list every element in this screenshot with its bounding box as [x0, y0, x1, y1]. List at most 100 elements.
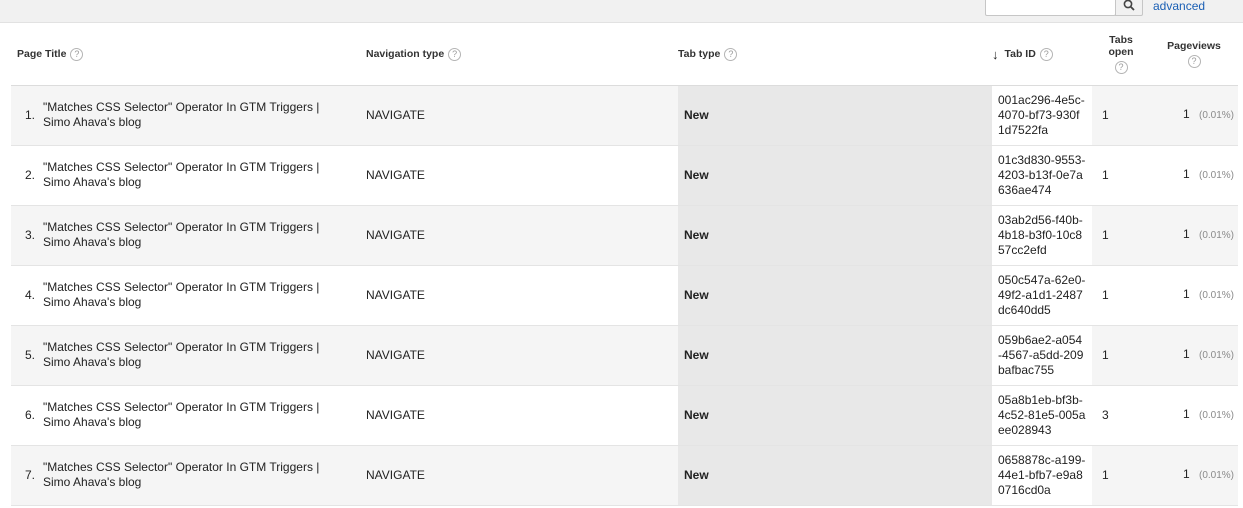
pageviews-percent: (0.01%)	[1198, 110, 1234, 121]
table-header-row: Page Title? Navigation type? Tab type? ↓…	[11, 24, 1238, 86]
pageviews-value: 1	[1182, 167, 1190, 181]
pageviews-value: 1	[1182, 347, 1190, 361]
col-header-tabs-open[interactable]: Tabs open ?	[1092, 24, 1150, 86]
col-header-tabs-open-label: Tabs open	[1108, 34, 1134, 59]
cell-navigation-type[interactable]: NAVIGATE	[360, 205, 678, 266]
cell-tab-type[interactable]: New	[678, 385, 992, 446]
cell-page-title[interactable]: 6. "Matches CSS Selector" Operator In GT…	[11, 385, 360, 446]
sort-descending-icon[interactable]: ↓	[992, 47, 999, 62]
row-index: 3.	[24, 228, 35, 242]
cell-pageviews: 1 (0.01%)	[1150, 445, 1238, 506]
col-header-tab-id[interactable]: ↓ Tab ID?	[992, 24, 1092, 86]
cell-page-title[interactable]: 7. "Matches CSS Selector" Operator In GT…	[11, 445, 360, 506]
page-title-link[interactable]: "Matches CSS Selector" Operator In GTM T…	[43, 100, 343, 130]
cell-tabs-open: 1	[1092, 205, 1150, 266]
table-row[interactable]: 5. "Matches CSS Selector" Operator In GT…	[11, 325, 1238, 386]
toolbar: advanced	[0, 0, 1243, 23]
page-title-link[interactable]: "Matches CSS Selector" Operator In GTM T…	[43, 220, 343, 250]
cell-tab-type[interactable]: New	[678, 325, 992, 386]
cell-navigation-type[interactable]: NAVIGATE	[360, 265, 678, 326]
pageviews-percent: (0.01%)	[1198, 230, 1234, 241]
cell-page-title[interactable]: 4. "Matches CSS Selector" Operator In GT…	[11, 265, 360, 326]
search-button[interactable]	[1115, 0, 1143, 16]
col-header-navigation-type-label: Navigation type	[366, 48, 445, 61]
cell-pageviews: 1 (0.01%)	[1150, 325, 1238, 386]
report-table: Page Title? Navigation type? Tab type? ↓…	[11, 24, 1238, 506]
table-row[interactable]: 4. "Matches CSS Selector" Operator In GT…	[11, 265, 1238, 326]
col-header-tab-type-label: Tab type	[678, 48, 721, 61]
cell-tab-type[interactable]: New	[678, 265, 992, 326]
cell-tabs-open: 1	[1092, 445, 1150, 506]
cell-tabs-open: 1	[1092, 85, 1150, 146]
cell-navigation-type[interactable]: NAVIGATE	[360, 85, 678, 146]
col-header-navigation-type[interactable]: Navigation type?	[360, 24, 678, 86]
pageviews-percent: (0.01%)	[1198, 470, 1234, 481]
cell-tab-id[interactable]: 03ab2d56-f40b-4b18-b3f0-10c857cc2efd	[992, 205, 1092, 266]
page-title-link[interactable]: "Matches CSS Selector" Operator In GTM T…	[43, 460, 343, 490]
cell-page-title[interactable]: 2. "Matches CSS Selector" Operator In GT…	[11, 145, 360, 206]
cell-tabs-open: 1	[1092, 145, 1150, 206]
search-icon	[1123, 0, 1135, 11]
cell-tab-id[interactable]: 050c547a-62e0-49f2-a1d1-2487dc640dd5	[992, 265, 1092, 326]
pageviews-percent: (0.01%)	[1198, 290, 1234, 301]
cell-tab-id[interactable]: 05a8b1eb-bf3b-4c52-81e5-005aee028943	[992, 385, 1092, 446]
row-index: 1.	[24, 108, 35, 122]
help-icon[interactable]: ?	[724, 47, 738, 61]
cell-tab-id[interactable]: 059b6ae2-a054-4567-a5dd-209bafbac755	[992, 325, 1092, 386]
help-icon[interactable]: ?	[1114, 61, 1128, 75]
cell-pageviews: 1 (0.01%)	[1150, 265, 1238, 326]
cell-navigation-type[interactable]: NAVIGATE	[360, 385, 678, 446]
row-index: 2.	[24, 168, 35, 182]
cell-pageviews: 1 (0.01%)	[1150, 205, 1238, 266]
col-header-page-title[interactable]: Page Title?	[11, 24, 360, 86]
cell-navigation-type[interactable]: NAVIGATE	[360, 145, 678, 206]
pageviews-percent: (0.01%)	[1198, 410, 1234, 421]
cell-tab-type[interactable]: New	[678, 85, 992, 146]
table-row[interactable]: 3. "Matches CSS Selector" Operator In GT…	[11, 205, 1238, 266]
pageviews-value: 1	[1182, 107, 1190, 121]
table-row[interactable]: 7. "Matches CSS Selector" Operator In GT…	[11, 445, 1238, 506]
help-icon[interactable]: ?	[70, 47, 84, 61]
page-title-link[interactable]: "Matches CSS Selector" Operator In GTM T…	[43, 280, 343, 310]
page-title-link[interactable]: "Matches CSS Selector" Operator In GTM T…	[43, 160, 343, 190]
search-input[interactable]	[985, 0, 1116, 16]
help-icon[interactable]: ?	[1187, 55, 1201, 69]
cell-tab-id[interactable]: 0658878c-a199-44e1-bfb7-e9a80716cd0a	[992, 445, 1092, 506]
cell-page-title[interactable]: 5. "Matches CSS Selector" Operator In GT…	[11, 325, 360, 386]
col-header-page-title-label: Page Title	[17, 48, 67, 61]
row-index: 5.	[24, 348, 35, 362]
cell-pageviews: 1 (0.01%)	[1150, 85, 1238, 146]
table-row[interactable]: 1. "Matches CSS Selector" Operator In GT…	[11, 85, 1238, 146]
cell-tabs-open: 1	[1092, 265, 1150, 326]
pageviews-percent: (0.01%)	[1198, 350, 1234, 361]
advanced-link[interactable]: advanced	[1153, 0, 1205, 13]
cell-tab-id[interactable]: 001ac296-4e5c-4070-bf73-930f1d7522fa	[992, 85, 1092, 146]
cell-tab-id[interactable]: 01c3d830-9553-4203-b13f-0e7a636ae474	[992, 145, 1092, 206]
col-header-pageviews-label: Pageviews	[1167, 40, 1221, 53]
pageviews-value: 1	[1182, 227, 1190, 241]
cell-pageviews: 1 (0.01%)	[1150, 385, 1238, 446]
pageviews-percent: (0.01%)	[1198, 170, 1234, 181]
cell-tab-type[interactable]: New	[678, 445, 992, 506]
page-title-link[interactable]: "Matches CSS Selector" Operator In GTM T…	[43, 400, 343, 430]
table-row[interactable]: 2. "Matches CSS Selector" Operator In GT…	[11, 145, 1238, 206]
help-icon[interactable]: ?	[1039, 47, 1053, 61]
row-index: 6.	[24, 408, 35, 422]
cell-page-title[interactable]: 1. "Matches CSS Selector" Operator In GT…	[11, 85, 360, 146]
cell-navigation-type[interactable]: NAVIGATE	[360, 445, 678, 506]
col-header-tab-type[interactable]: Tab type?	[678, 24, 992, 86]
cell-tab-type[interactable]: New	[678, 145, 992, 206]
table-row[interactable]: 6. "Matches CSS Selector" Operator In GT…	[11, 385, 1238, 446]
row-index: 4.	[24, 288, 35, 302]
help-icon[interactable]: ?	[448, 47, 462, 61]
cell-tab-type[interactable]: New	[678, 205, 992, 266]
cell-page-title[interactable]: 3. "Matches CSS Selector" Operator In GT…	[11, 205, 360, 266]
col-header-pageviews[interactable]: Pageviews ?	[1150, 24, 1238, 86]
row-index: 7.	[24, 468, 35, 482]
pageviews-value: 1	[1182, 407, 1190, 421]
cell-navigation-type[interactable]: NAVIGATE	[360, 325, 678, 386]
pageviews-value: 1	[1182, 287, 1190, 301]
pageviews-value: 1	[1182, 467, 1190, 481]
cell-tabs-open: 1	[1092, 325, 1150, 386]
page-title-link[interactable]: "Matches CSS Selector" Operator In GTM T…	[43, 340, 343, 370]
